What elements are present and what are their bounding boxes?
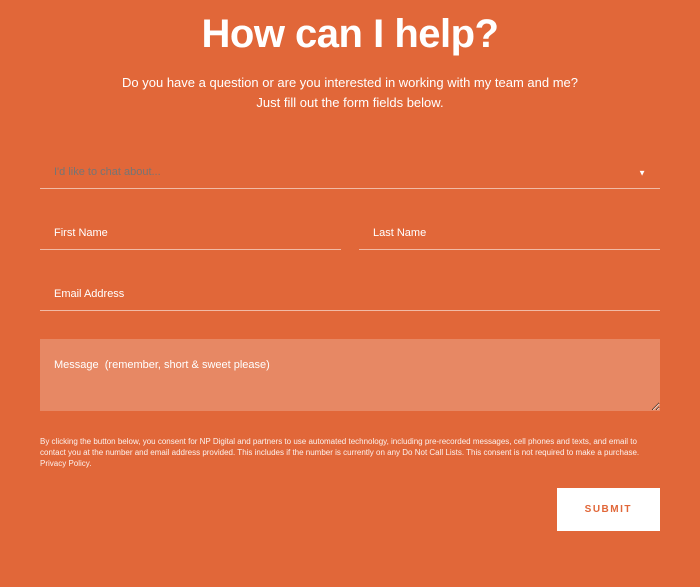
topic-select[interactable]	[40, 156, 660, 189]
message-textarea[interactable]	[40, 339, 660, 411]
last-name-input[interactable]	[359, 217, 660, 250]
page-title: How can I help?	[40, 12, 660, 57]
page-subtitle: Do you have a question or are you intere…	[40, 73, 660, 112]
subtitle-line-2: Just fill out the form fields below.	[256, 95, 443, 110]
consent-text: By clicking the button below, you consen…	[40, 436, 660, 470]
subtitle-line-1: Do you have a question or are you intere…	[122, 75, 578, 90]
submit-button[interactable]: SUBMIT	[557, 488, 660, 531]
topic-field[interactable]: ▼	[40, 156, 660, 189]
first-name-input[interactable]	[40, 217, 341, 250]
email-input[interactable]	[40, 278, 660, 311]
